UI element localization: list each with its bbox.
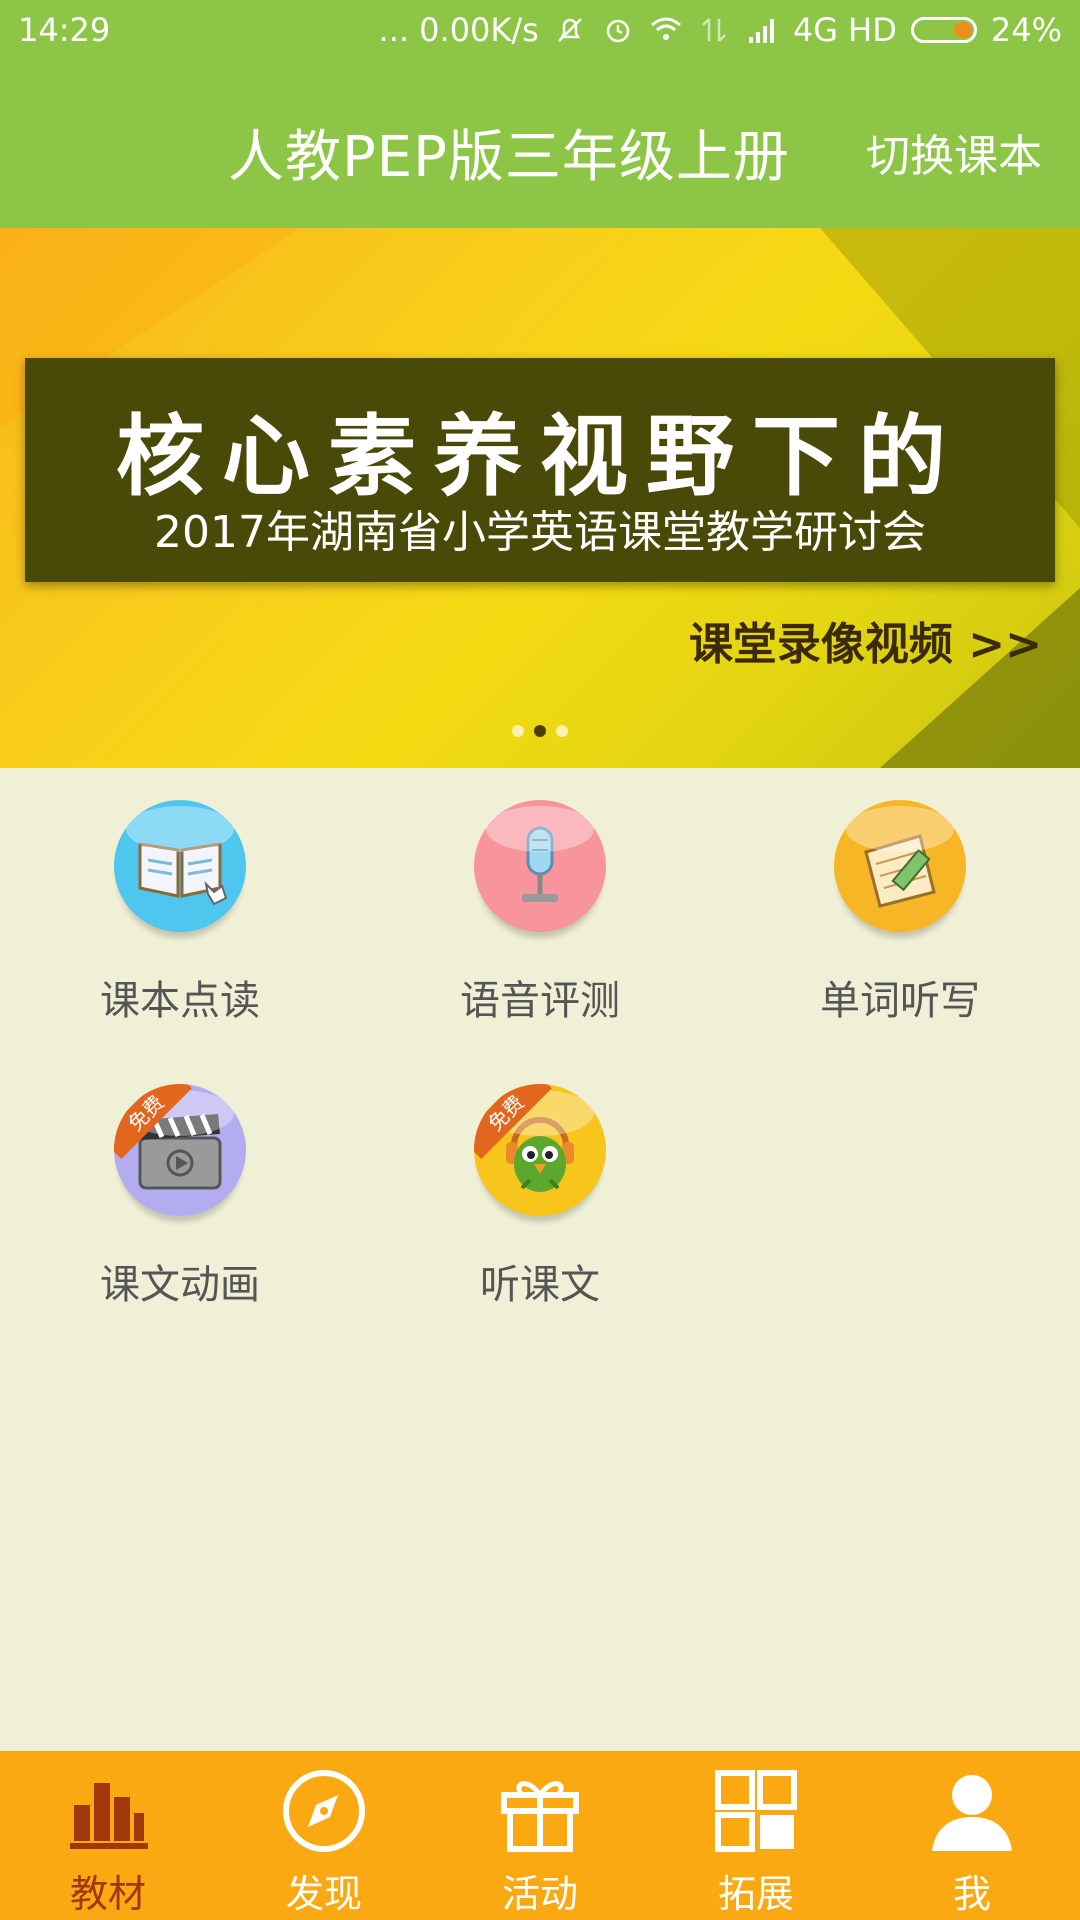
feature-label: 听课文 <box>480 1262 600 1308</box>
tab-label: 发现 <box>285 1872 362 1916</box>
network-type: 4G HD <box>792 11 897 49</box>
feature-label: 语音评测 <box>460 978 620 1024</box>
tab-label: 活动 <box>501 1872 578 1916</box>
data-transfer-icon <box>701 18 726 42</box>
feature-icon-circle <box>474 800 606 932</box>
tab-extend[interactable]: 拓展 <box>648 1751 864 1920</box>
banner-video-link[interactable]: 课堂录像视频 >> <box>689 608 1042 672</box>
switch-textbook-button[interactable]: 切换课本 <box>866 120 1042 184</box>
signal-icon <box>748 19 774 43</box>
wifi-icon <box>650 17 681 40</box>
pagination-dot[interactable] <box>534 725 546 737</box>
feature-label: 课文动画 <box>100 1262 260 1308</box>
feature-icon-circle <box>114 800 246 932</box>
person-icon <box>932 1775 1012 1851</box>
tab-label: 我 <box>952 1872 991 1916</box>
tab-me[interactable]: 我 <box>864 1751 1080 1920</box>
banner-panel: 核心素养视野下的 2017年湖南省小学英语课堂教学研讨会 <box>25 358 1055 582</box>
page-title: 人教PEP版三年级上册 <box>228 125 790 190</box>
feature-textbook-reading[interactable]: 课本点读 <box>60 768 300 1024</box>
grid-icon <box>715 1770 797 1852</box>
tab-label: 拓展 <box>717 1872 794 1916</box>
banner-pagination <box>0 725 1080 737</box>
gift-icon <box>501 1781 579 1852</box>
banner-headline: 核心素养视野下的 <box>115 405 964 508</box>
feature-label: 课本点读 <box>100 978 260 1024</box>
icon-gloss <box>126 806 234 852</box>
promo-banner[interactable]: 核心素养视野下的 2017年湖南省小学英语课堂教学研讨会 课堂录像视频 >> <box>0 228 1080 768</box>
battery-percent: 24% <box>990 11 1062 49</box>
network-speed: ... 0.00K/s <box>378 11 539 49</box>
feature-label: 单词听写 <box>820 978 980 1024</box>
status-bar: 14:29 ... 0.00K/s 4G HD 24% <box>0 0 1080 60</box>
compass-icon <box>283 1770 365 1852</box>
feature-word-dictation[interactable]: 单词听写 <box>780 768 1020 1024</box>
feature-listen-text[interactable]: 免费 听课文 <box>420 1052 660 1308</box>
tab-discover[interactable]: 发现 <box>216 1751 432 1920</box>
tab-activities[interactable]: 活动 <box>432 1751 648 1920</box>
feature-icon-circle: 免费 <box>474 1084 606 1216</box>
feature-text-animation[interactable]: 免费 课文动画 <box>60 1052 300 1308</box>
bar-chart-icon <box>70 1783 148 1849</box>
banner-subtitle: 2017年湖南省小学英语课堂教学研讨会 <box>154 507 926 558</box>
pagination-dot[interactable] <box>512 725 524 737</box>
tab-textbook[interactable]: 教材 <box>0 1751 216 1920</box>
tab-label: 教材 <box>69 1872 146 1916</box>
icon-gloss <box>486 806 594 852</box>
feature-grid: 课本点读 语音评测 单词听写 免费 课文动画 免费 听课文 <box>0 768 1080 1751</box>
status-right: ... 0.00K/s 4G HD 24% <box>378 11 1062 49</box>
mute-bell-icon <box>557 18 582 42</box>
bottom-tab-bar: 教材 发现 活动 拓展 我 <box>0 1751 1080 1920</box>
battery-icon <box>910 17 977 43</box>
feature-voice-evaluation[interactable]: 语音评测 <box>420 768 660 1024</box>
feature-icon-circle <box>834 800 966 932</box>
app-header: 人教PEP版三年级上册 切换课本 <box>0 60 1080 228</box>
status-time: 14:29 <box>18 11 111 49</box>
alarm-icon <box>606 19 630 43</box>
feature-icon-circle: 免费 <box>114 1084 246 1216</box>
icon-gloss <box>846 806 954 852</box>
pagination-dot[interactable] <box>556 725 568 737</box>
